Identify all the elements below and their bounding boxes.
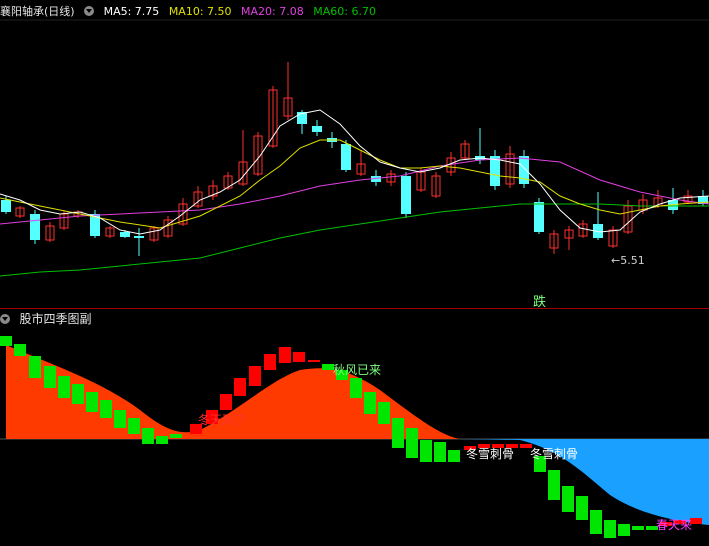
season-bar bbox=[100, 400, 112, 418]
season-bar bbox=[293, 352, 305, 362]
season-bar bbox=[170, 434, 182, 438]
season-bar bbox=[350, 378, 362, 398]
season-bar bbox=[0, 336, 12, 346]
season-bar bbox=[618, 524, 630, 536]
season-bar bbox=[156, 436, 168, 444]
season-bar bbox=[406, 428, 418, 458]
season-bar bbox=[58, 376, 70, 398]
season-bar bbox=[448, 450, 460, 462]
season-bar bbox=[364, 392, 376, 414]
season-bar bbox=[234, 378, 246, 396]
season-bar bbox=[308, 360, 320, 362]
season-bar bbox=[562, 486, 574, 512]
season-bar bbox=[44, 366, 56, 388]
season-bar bbox=[420, 440, 432, 462]
season-bar bbox=[249, 366, 261, 386]
season-bar bbox=[220, 394, 232, 410]
season-bar bbox=[72, 384, 84, 404]
season-bar bbox=[114, 410, 126, 428]
season-label-spring: 春天来 bbox=[656, 518, 693, 532]
stock-chart-window: 襄阳轴承(日线) MA5: 7.75 MA10: 7.50 MA20: 7.08… bbox=[0, 0, 709, 546]
four-seasons-indicator-chart[interactable] bbox=[0, 0, 709, 546]
season-label-winter-bone-2: 冬雪刺骨 bbox=[530, 447, 579, 461]
season-bar bbox=[576, 496, 588, 520]
season-label-winter-start: 冬天到了 bbox=[198, 413, 247, 427]
season-bar bbox=[434, 442, 446, 462]
season-bar bbox=[128, 418, 140, 434]
season-bar bbox=[632, 526, 644, 530]
season-bar bbox=[590, 510, 602, 534]
season-label-autumn: 秋风已来 bbox=[333, 363, 382, 377]
season-bar bbox=[86, 392, 98, 412]
season-bar bbox=[29, 356, 41, 378]
season-bar bbox=[604, 520, 616, 538]
season-bar bbox=[378, 402, 390, 424]
season-bar bbox=[392, 418, 404, 448]
season-bar bbox=[142, 428, 154, 444]
season-bar bbox=[264, 354, 276, 370]
season-label-winter-bone-1: 冬雪刺骨 bbox=[466, 447, 515, 461]
season-bar bbox=[279, 347, 291, 363]
season-bar bbox=[548, 470, 560, 500]
season-bar bbox=[14, 344, 26, 356]
